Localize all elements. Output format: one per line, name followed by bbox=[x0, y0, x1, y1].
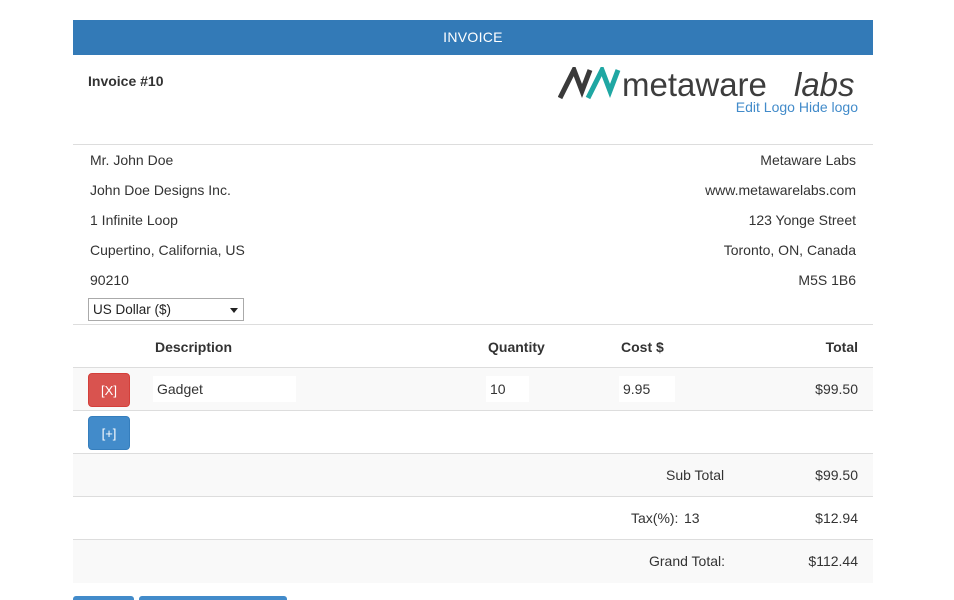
bottom-action-button-1[interactable] bbox=[73, 596, 134, 600]
company-website[interactable]: www.metawarelabs.com bbox=[705, 181, 856, 211]
subtotal-value: $99.50 bbox=[815, 467, 858, 483]
invoice-number: Invoice #10 bbox=[88, 73, 164, 89]
remove-item-label: [X] bbox=[101, 383, 117, 398]
subtotal-label: Sub Total bbox=[666, 467, 725, 483]
col-total-header: Total bbox=[825, 339, 858, 355]
grand-total-label: Grand Total: bbox=[649, 553, 726, 569]
logo-text-meta: metaware bbox=[622, 67, 767, 101]
grand-total-value: $112.44 bbox=[808, 553, 858, 569]
client-postal[interactable]: 90210 bbox=[90, 271, 245, 301]
hide-logo-link[interactable]: Hide logo bbox=[799, 99, 858, 115]
grand-total-row: Grand Total: $112.44 bbox=[73, 540, 873, 583]
currency-selected: US Dollar ($) bbox=[93, 302, 172, 317]
tax-value: $12.94 bbox=[815, 510, 858, 526]
item-quantity-input[interactable]: 10 bbox=[486, 376, 529, 402]
logo-text-labs: labs bbox=[794, 67, 855, 101]
company-postal[interactable]: M5S 1B6 bbox=[705, 271, 856, 301]
banner-title: INVOICE bbox=[443, 29, 503, 45]
tax-row: Tax(%): 13 $12.94 bbox=[73, 497, 873, 540]
tax-rate-input[interactable]: 13 bbox=[684, 510, 700, 526]
edit-logo-link[interactable]: Edit Logo bbox=[736, 99, 795, 115]
add-item-button[interactable]: [+] bbox=[88, 416, 130, 450]
subtotal-row: Sub Total $99.50 bbox=[73, 454, 873, 497]
invoice-container: INVOICE Invoice #10 metaware labs Edit L… bbox=[73, 20, 873, 583]
col-cost-header: Cost $ bbox=[621, 339, 664, 355]
remove-item-button[interactable]: [X] bbox=[88, 373, 130, 407]
company-address: Metaware Labs www.metawarelabs.com 123 Y… bbox=[705, 151, 856, 301]
add-item-row: [+] bbox=[73, 411, 873, 454]
table-row: [X] Gadget 10 9.95 $99.50 bbox=[73, 368, 873, 411]
company-logo: metaware labs bbox=[558, 67, 855, 101]
item-cost-input[interactable]: 9.95 bbox=[619, 376, 675, 402]
chevron-down-icon bbox=[230, 308, 238, 313]
company-name[interactable]: Metaware Labs bbox=[705, 151, 856, 181]
item-description-input[interactable]: Gadget bbox=[153, 376, 296, 402]
logo-links: Edit Logo Hide logo bbox=[736, 99, 858, 115]
tax-label: Tax(%): bbox=[631, 510, 679, 526]
currency-select[interactable]: US Dollar ($) bbox=[88, 298, 244, 321]
col-quantity-header: Quantity bbox=[488, 339, 545, 355]
item-total: $99.50 bbox=[815, 381, 858, 397]
address-section: Mr. John Doe John Doe Designs Inc. 1 Inf… bbox=[73, 145, 873, 325]
invoice-header: Invoice #10 metaware labs Edit Logo Hide… bbox=[73, 55, 873, 145]
invoice-number-value[interactable]: 10 bbox=[148, 73, 164, 89]
company-street[interactable]: 123 Yonge Street bbox=[705, 211, 856, 241]
invoice-number-label: Invoice # bbox=[88, 73, 148, 89]
client-name[interactable]: Mr. John Doe bbox=[90, 151, 245, 181]
client-company[interactable]: John Doe Designs Inc. bbox=[90, 181, 245, 211]
bottom-action-button-2[interactable] bbox=[139, 596, 287, 600]
client-address: Mr. John Doe John Doe Designs Inc. 1 Inf… bbox=[90, 151, 245, 301]
add-item-label: [+] bbox=[101, 426, 117, 441]
client-street[interactable]: 1 Infinite Loop bbox=[90, 211, 245, 241]
col-description-header: Description bbox=[155, 339, 233, 355]
table-header-row: Description Quantity Cost $ Total bbox=[73, 325, 873, 368]
client-city[interactable]: Cupertino, California, US bbox=[90, 241, 245, 271]
logo-mark-icon bbox=[558, 67, 621, 100]
invoice-banner: INVOICE bbox=[73, 20, 873, 55]
company-city[interactable]: Toronto, ON, Canada bbox=[705, 241, 856, 271]
